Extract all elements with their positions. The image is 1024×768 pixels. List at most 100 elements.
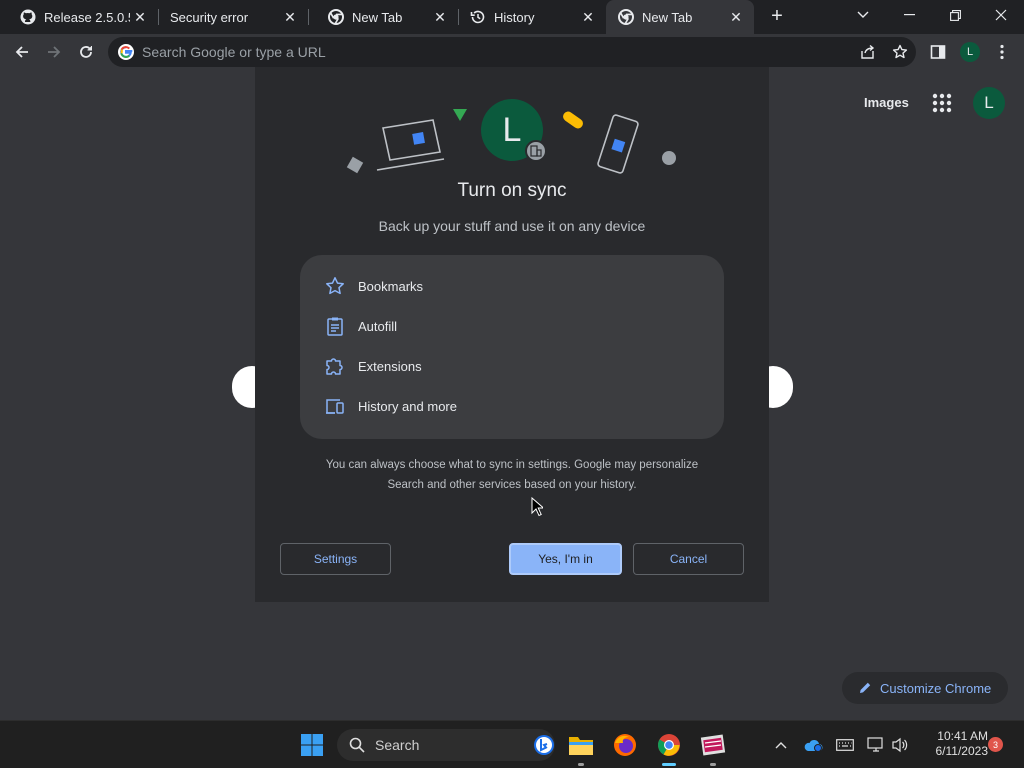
tab-title: New Tab bbox=[642, 9, 693, 25]
pencil-icon bbox=[860, 682, 871, 693]
close-icon[interactable]: ✕ bbox=[578, 7, 598, 27]
restore-icon bbox=[949, 9, 961, 21]
chrome-icon bbox=[618, 9, 634, 25]
ntp-avatar[interactable]: L bbox=[973, 87, 1005, 119]
close-window-button[interactable] bbox=[978, 0, 1024, 30]
sync-dialog: L Turn on sync Back up your stuff and us… bbox=[255, 67, 769, 602]
puzzle-icon bbox=[324, 355, 346, 377]
notification-badge[interactable]: 3 bbox=[988, 737, 1003, 752]
apps-grid-icon[interactable] bbox=[931, 92, 953, 114]
feature-label: History and more bbox=[358, 398, 457, 414]
devices-icon bbox=[324, 395, 346, 417]
file-explorer-button[interactable] bbox=[565, 729, 597, 761]
close-icon[interactable]: ✕ bbox=[726, 7, 746, 27]
confirm-sync-button[interactable]: Yes, I'm in bbox=[509, 543, 622, 575]
reload-button[interactable] bbox=[72, 38, 100, 66]
feature-history: History and more bbox=[324, 394, 457, 418]
star-icon bbox=[324, 275, 346, 297]
firefox-button[interactable] bbox=[609, 729, 641, 761]
onedrive-tray[interactable] bbox=[803, 735, 823, 755]
sync-features-list: Bookmarks Autofill Extensions History an… bbox=[300, 255, 724, 439]
folder-icon bbox=[569, 737, 593, 755]
tab-search-button[interactable] bbox=[840, 0, 886, 30]
tab-history[interactable]: History ✕ bbox=[458, 0, 606, 34]
minimize-icon bbox=[903, 14, 915, 16]
taskbar-clock[interactable]: 10:41 AM 6/11/2023 bbox=[922, 729, 989, 759]
diamond-shape-icon bbox=[346, 156, 364, 174]
start-button[interactable] bbox=[296, 729, 328, 761]
mouse-cursor-icon bbox=[531, 497, 543, 517]
tab-title: Security error bbox=[170, 9, 249, 25]
network-icon bbox=[867, 737, 883, 752]
settings-button[interactable]: Settings bbox=[280, 543, 391, 575]
cloud-icon bbox=[804, 739, 823, 752]
tab-new-tab-active[interactable]: New Tab ✕ bbox=[606, 0, 754, 34]
tab-strip: Release 2.5.0.5 - ✕ Security error ✕ New… bbox=[0, 0, 1024, 34]
restore-button[interactable] bbox=[932, 0, 978, 30]
close-icon bbox=[995, 9, 1007, 21]
dialog-subtitle: Back up your stuff and use it on any dev… bbox=[378, 218, 646, 234]
new-tab-button[interactable]: + bbox=[766, 6, 788, 28]
close-icon[interactable]: ✕ bbox=[430, 7, 450, 27]
customize-label: Customize Chrome bbox=[880, 680, 992, 696]
chrome-icon bbox=[328, 9, 344, 25]
tab-title: Release 2.5.0.5 - bbox=[44, 9, 130, 25]
more-vert-icon bbox=[1000, 44, 1004, 60]
forward-button[interactable] bbox=[40, 38, 68, 66]
share-icon[interactable] bbox=[852, 37, 884, 67]
circle-shape-icon bbox=[662, 151, 676, 165]
phone-illustration-icon bbox=[597, 114, 639, 174]
taskbar-search-label: Search bbox=[375, 737, 420, 753]
arrow-right-icon bbox=[48, 46, 61, 58]
tab-release[interactable]: Release 2.5.0.5 - ✕ bbox=[0, 0, 158, 34]
tab-title: New Tab bbox=[352, 9, 403, 25]
chevron-up-icon bbox=[775, 742, 787, 749]
omnibox-placeholder: Search Google or type a URL bbox=[142, 44, 326, 60]
feature-label: Bookmarks bbox=[358, 278, 424, 294]
arrow-left-icon bbox=[15, 46, 28, 58]
running-indicator bbox=[578, 763, 584, 766]
firefox-icon bbox=[614, 734, 636, 756]
app-button[interactable] bbox=[697, 729, 729, 761]
chrome-taskbar-button[interactable] bbox=[653, 729, 685, 761]
windows-taskbar: Search 10:41 AM 6/11/2023 3 bbox=[0, 720, 1024, 768]
customize-chrome-button[interactable]: Customize Chrome bbox=[842, 672, 1008, 704]
windows-logo-icon bbox=[301, 734, 323, 756]
images-link[interactable]: Images bbox=[864, 95, 909, 110]
dialog-title: Turn on sync bbox=[457, 180, 567, 201]
close-icon[interactable]: ✕ bbox=[280, 7, 300, 27]
active-indicator bbox=[662, 763, 676, 766]
taskbar-search[interactable]: Search bbox=[337, 729, 555, 761]
google-icon bbox=[118, 44, 134, 60]
running-indicator bbox=[710, 763, 716, 766]
cancel-button[interactable]: Cancel bbox=[633, 543, 744, 575]
minimize-button[interactable] bbox=[886, 0, 932, 30]
tab-security-error[interactable]: Security error ✕ bbox=[158, 0, 308, 34]
show-hidden-icons-button[interactable] bbox=[771, 735, 791, 755]
profile-button[interactable]: L bbox=[956, 38, 984, 66]
clipboard-icon bbox=[324, 315, 346, 337]
tab-new-tab-1[interactable]: New Tab ✕ bbox=[308, 0, 458, 34]
feature-label: Autofill bbox=[358, 318, 398, 334]
side-panel-icon bbox=[930, 45, 946, 59]
feature-bookmarks: Bookmarks bbox=[324, 274, 423, 298]
close-icon[interactable]: ✕ bbox=[130, 7, 150, 27]
side-panel-button[interactable] bbox=[924, 38, 952, 66]
browser-toolbar: Search Google or type a URL L bbox=[0, 34, 1024, 70]
sync-note: You can always choose what to sync in se… bbox=[325, 459, 699, 491]
network-tray[interactable] bbox=[866, 735, 886, 755]
feature-autofill: Autofill bbox=[324, 314, 397, 338]
keyboard-tray[interactable] bbox=[835, 735, 855, 755]
triangle-shape-icon bbox=[453, 109, 467, 121]
omnibox[interactable]: Search Google or type a URL bbox=[108, 37, 916, 67]
history-icon bbox=[470, 9, 486, 25]
managed-badge-icon bbox=[525, 140, 547, 162]
clock-time: 10:41 AM bbox=[937, 729, 988, 743]
menu-button[interactable] bbox=[988, 38, 1016, 66]
back-button[interactable] bbox=[8, 38, 36, 66]
github-icon bbox=[20, 9, 36, 25]
bookmark-star-icon[interactable] bbox=[884, 37, 916, 67]
bing-icon bbox=[534, 735, 554, 755]
volume-tray[interactable] bbox=[890, 735, 910, 755]
avatar-initial: L bbox=[502, 110, 522, 149]
